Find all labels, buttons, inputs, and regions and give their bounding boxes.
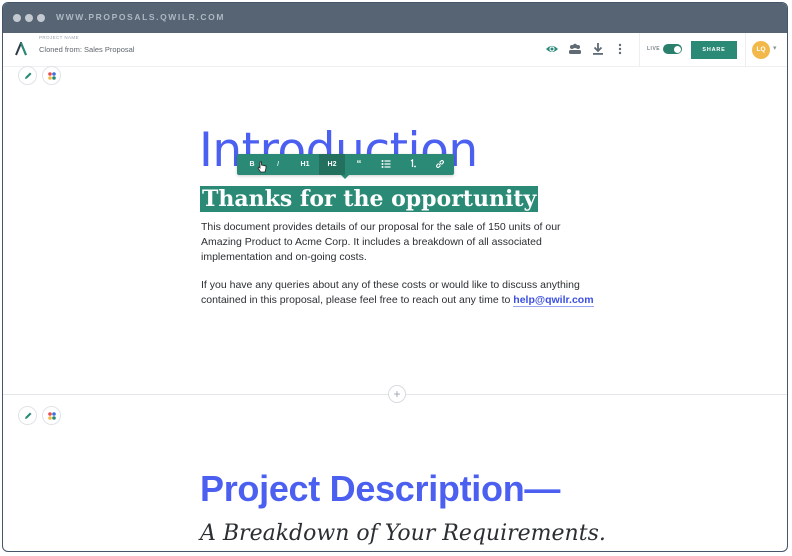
project-name-label: PROJECT NAME	[39, 35, 79, 40]
edit-section-button[interactable]	[18, 66, 37, 85]
intro-paragraph[interactable]: This document provides details of our pr…	[201, 220, 601, 265]
browser-url: WWW.PROPOSALS.QWILR.COM	[56, 12, 226, 22]
palette-icon	[48, 412, 56, 420]
eye-icon[interactable]	[545, 42, 559, 56]
section-subtitle[interactable]: A Breakdown of Your Requirements.	[200, 521, 606, 546]
avatar[interactable]: LQ	[752, 41, 770, 59]
contact-email-link[interactable]: help@qwilr.com	[513, 294, 594, 307]
heading2-button[interactable]: H2	[319, 154, 345, 175]
bullet-list-icon	[381, 160, 391, 168]
download-icon[interactable]	[591, 42, 605, 56]
browser-window: WWW.PROPOSALS.QWILR.COM PROJECT NAME Clo…	[2, 2, 788, 552]
window-minimize-dot[interactable]	[25, 14, 33, 22]
contact-paragraph[interactable]: If you have any queries about any of the…	[201, 278, 601, 308]
text-format-toolbar: B I H1 H2 “	[237, 154, 454, 179]
team-icon[interactable]	[568, 42, 582, 56]
header-divider	[745, 33, 746, 67]
chevron-down-icon[interactable]: ▾	[773, 44, 777, 52]
edit-section-button[interactable]	[18, 406, 37, 425]
plus-icon: +	[393, 387, 401, 401]
italic-button[interactable]: I	[265, 154, 291, 175]
live-toggle[interactable]	[663, 44, 682, 54]
share-button[interactable]: SHARE	[691, 41, 737, 59]
browser-chrome: WWW.PROPOSALS.QWILR.COM	[3, 3, 787, 33]
section-subtitle[interactable]: Thanks for the opportunity	[200, 186, 539, 212]
quote-button[interactable]: “	[346, 154, 372, 175]
window-maximize-dot[interactable]	[37, 14, 45, 22]
app-header: PROJECT NAME Cloned from: Sales Proposal…	[3, 33, 787, 67]
palette-icon	[48, 72, 56, 80]
style-section-button[interactable]	[42, 66, 61, 85]
add-section-button[interactable]: +	[388, 385, 406, 403]
link-button[interactable]	[427, 154, 453, 175]
cursor-icon	[257, 161, 267, 173]
numbered-list-icon	[410, 158, 416, 168]
heading1-button[interactable]: H1	[292, 154, 318, 175]
pencil-icon	[25, 72, 32, 79]
numbered-list-button[interactable]	[400, 154, 426, 175]
logo-icon[interactable]	[15, 42, 27, 56]
project-name-field[interactable]: Cloned from: Sales Proposal	[39, 45, 134, 54]
section-title[interactable]: Project Description—	[200, 468, 560, 510]
live-label: LIVE	[647, 46, 661, 52]
pencil-icon	[25, 412, 32, 419]
style-section-button[interactable]	[42, 406, 61, 425]
header-divider	[639, 33, 640, 67]
window-close-dot[interactable]	[13, 14, 21, 22]
bullet-list-button[interactable]	[373, 154, 399, 175]
link-icon	[436, 160, 444, 168]
more-vertical-icon[interactable]	[613, 42, 627, 56]
